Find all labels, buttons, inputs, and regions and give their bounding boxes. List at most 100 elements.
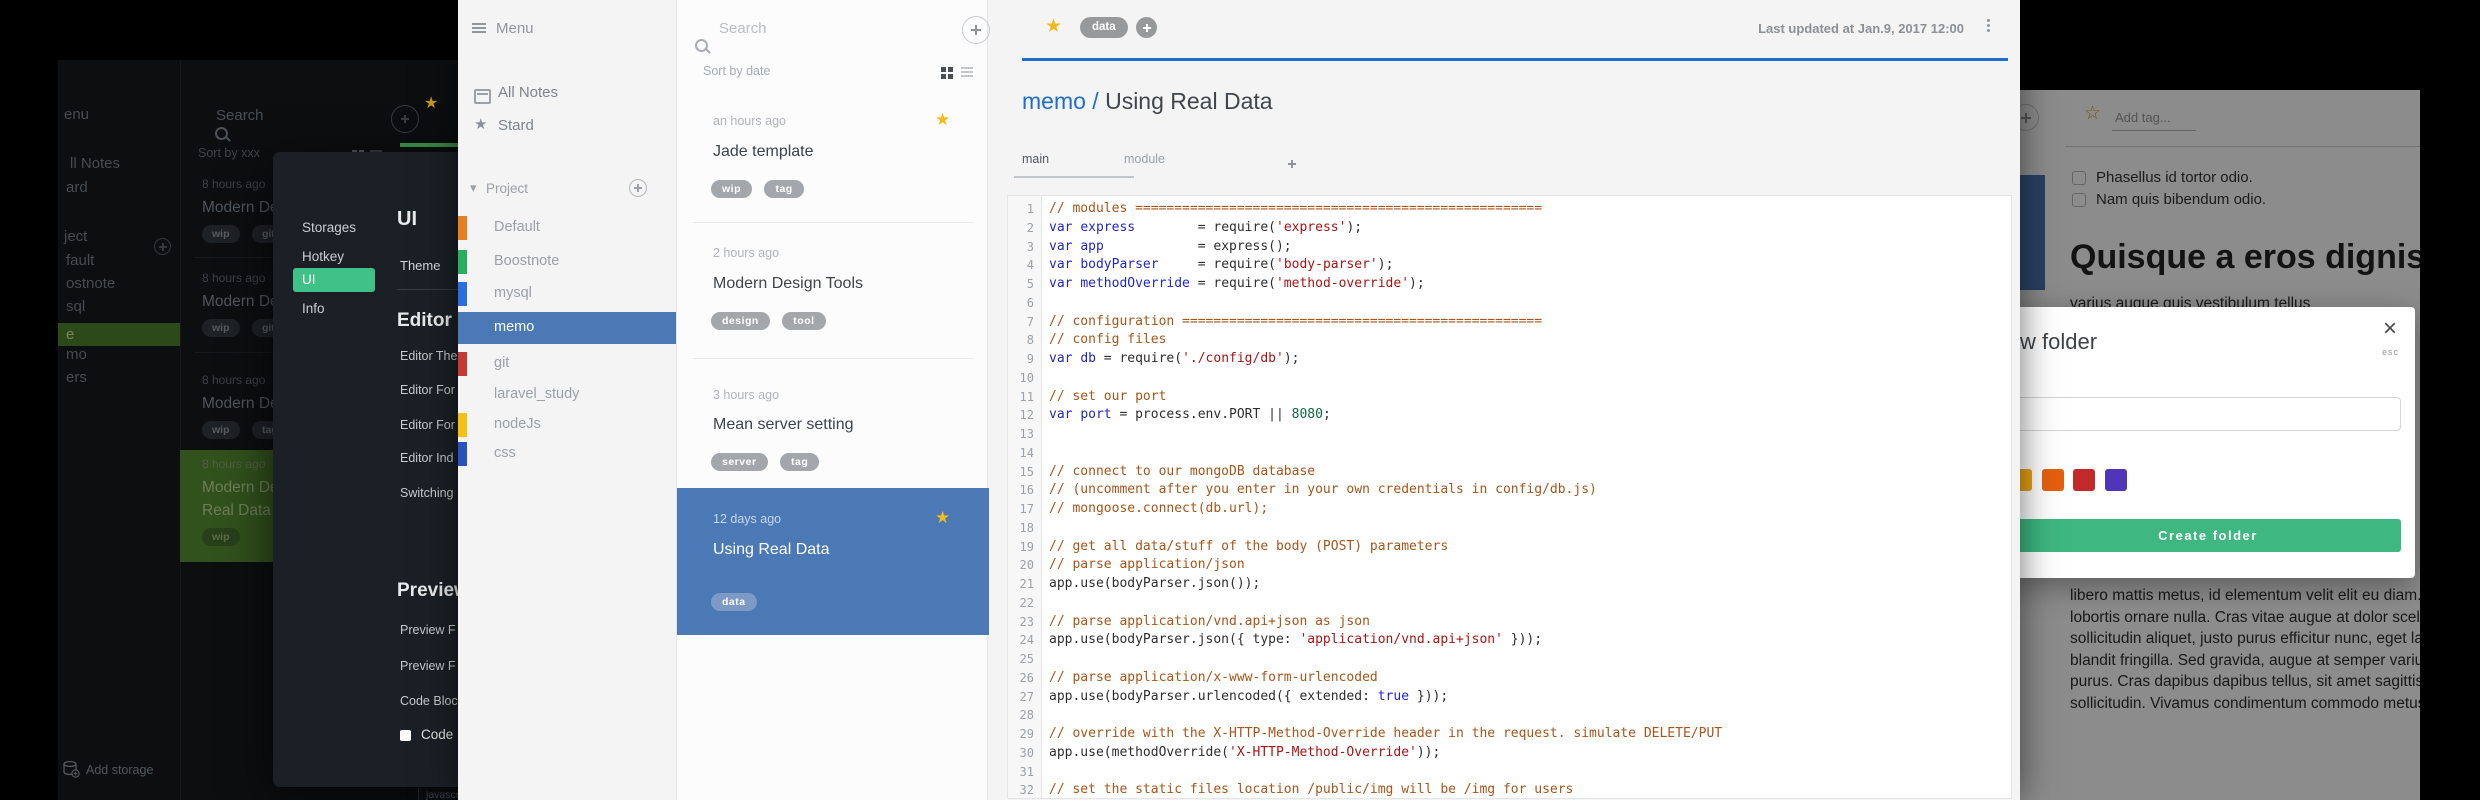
dark-sidebar-project-label[interactable]: ject (64, 228, 87, 245)
tag-pill[interactable]: server (711, 453, 768, 471)
settings-row-theme[interactable]: Theme (400, 258, 440, 273)
sidebar-item-all-notes[interactable]: All Notes (498, 84, 558, 101)
folder-name-input[interactable] (2015, 397, 2401, 431)
star-icon[interactable] (935, 508, 950, 528)
note-title-text[interactable]: Using Real Data (1105, 88, 1272, 114)
dark-new-note-button[interactable] (390, 105, 419, 133)
dark-folder-item[interactable]: mo (66, 346, 87, 363)
sidebar-folder-nodejs[interactable]: nodeJs (458, 409, 676, 441)
folder-color-chip (458, 282, 467, 306)
settings-row[interactable]: Preview F (400, 659, 456, 673)
add-storage-button[interactable]: Add storage (86, 763, 153, 777)
note-tag-pill[interactable]: data (1080, 17, 1128, 38)
line-number: 12 (1019, 408, 1034, 423)
note-tags: server tag (711, 452, 827, 471)
settings-nav-ui-selected[interactable]: UI (293, 268, 375, 292)
tab-main[interactable]: main (1022, 152, 1049, 166)
code-line: var methodOverride = require('method-ove… (1049, 276, 1425, 291)
code-line: // get all data/stuff of the body (POST)… (1049, 538, 1449, 554)
sidebar-folder-boostnote[interactable]: Boostnote (458, 246, 676, 278)
folder-label: git (494, 355, 510, 371)
sidebar-folder-mysql[interactable]: mysql (458, 278, 676, 310)
dark-folder-item[interactable]: ers (66, 369, 87, 386)
color-swatch[interactable] (2105, 469, 2127, 491)
dark-folder-item[interactable]: fault (66, 252, 94, 269)
star-icon[interactable] (1045, 15, 1062, 38)
star-icon[interactable] (935, 110, 950, 130)
close-icon[interactable]: × (2383, 317, 2397, 341)
note-tags: wip tag (711, 179, 812, 198)
sidebar-item-starred[interactable]: Stard (498, 117, 534, 134)
settings-checkbox[interactable] (400, 730, 411, 741)
code-line: var port = process.env.PORT || 8080; (1049, 407, 1331, 423)
settings-row[interactable]: Code Bloc (400, 694, 458, 708)
tag-pill[interactable]: tag (779, 453, 820, 471)
tag-pill[interactable]: wip (202, 225, 240, 243)
dark-sidebar-item-menu[interactable]: enu (64, 106, 89, 123)
tag-pill[interactable]: design (711, 312, 770, 330)
tag-pill[interactable]: data (711, 593, 757, 611)
dark-folder-item[interactable]: ostnote (66, 275, 115, 292)
sidebar-menu-label[interactable]: Menu (496, 20, 534, 37)
sort-dropdown[interactable]: Sort by date (703, 64, 770, 78)
tag-pill[interactable]: tool (782, 312, 826, 330)
settings-row[interactable]: Switching (400, 486, 454, 500)
tag-pill[interactable]: wip (202, 319, 240, 337)
code-line: var bodyParser = require('body-parser'); (1049, 257, 1394, 273)
note-card-selected[interactable]: 12 days ago Using Real Data data (677, 488, 989, 635)
code-line: // config files (1049, 332, 1167, 348)
dark-add-folder-icon[interactable] (154, 238, 171, 255)
code-editor[interactable]: 1 2 3 4 5 6 7 8 9 10 11 12 13 14 15 16 17 18 19 20 21 22 23 24 2… (1007, 195, 2012, 799)
folder-color-chip (458, 216, 467, 240)
sidebar-folder-laravel-study[interactable]: laravel_study (458, 379, 676, 411)
settings-row[interactable]: Editor For (400, 418, 455, 432)
more-options-icon[interactable] (1987, 19, 1990, 22)
sidebar-folder-memo-selected[interactable]: memo (458, 312, 676, 344)
settings-row[interactable]: Editor For (400, 383, 455, 397)
dark-search-input[interactable]: Search (216, 107, 264, 124)
tag-pill[interactable]: tag (764, 180, 804, 198)
tag-pill[interactable]: wip (711, 180, 752, 198)
tab-module[interactable]: module (1124, 152, 1165, 166)
star-icon[interactable] (424, 93, 438, 113)
search-input[interactable]: Search (719, 20, 767, 37)
settings-nav-info[interactable]: Info (302, 301, 325, 316)
dark-sidebar-item-starred[interactable]: ard (66, 179, 88, 196)
code-line: // parse application/json (1049, 557, 1245, 573)
dark-sidebar-item-all-notes[interactable]: ll Notes (70, 155, 120, 172)
sidebar-folder-css[interactable]: css (458, 438, 676, 470)
menu-icon[interactable] (472, 23, 486, 25)
line-number: 13 (1019, 427, 1034, 441)
tag-pill[interactable]: wip (202, 528, 240, 546)
add-folder-icon[interactable] (629, 179, 648, 197)
sidebar-project-label: Project (486, 181, 529, 196)
settings-nav-storages[interactable]: Storages (302, 220, 356, 235)
settings-nav-hotkey[interactable]: Hotkey (302, 249, 344, 264)
dark-folder-item-selected[interactable]: e (58, 323, 180, 346)
settings-row[interactable]: Editor Ind (400, 451, 454, 465)
new-note-button[interactable] (962, 16, 991, 44)
list-view-icon[interactable] (961, 67, 973, 69)
chevron-down-icon[interactable] (470, 180, 477, 196)
sidebar-folder-git[interactable]: git (458, 348, 676, 380)
grid-view-icon[interactable] (941, 67, 946, 72)
dark-sort-dropdown[interactable]: Sort by xxx (198, 146, 260, 160)
breadcrumb-folder[interactable]: memo (1022, 88, 1086, 114)
line-number: 18 (1019, 520, 1034, 535)
tag-pill[interactable]: wip (202, 421, 240, 439)
add-tag-icon[interactable] (1136, 17, 1157, 38)
code-line: app.use(bodyParser.json()); (1049, 576, 1261, 591)
sidebar-folder-default[interactable]: Default (458, 212, 676, 244)
settings-row[interactable]: Preview F (400, 623, 456, 637)
code-area[interactable]: // modules =============================… (1049, 200, 2011, 798)
dark-folder-item[interactable]: sql (66, 298, 85, 315)
color-swatch[interactable] (2042, 469, 2064, 491)
settings-row[interactable]: Editor The (400, 349, 457, 363)
color-swatch[interactable] (2073, 469, 2095, 491)
line-number: 11 (1019, 389, 1034, 404)
line-number: 27 (1019, 689, 1034, 704)
create-folder-button[interactable]: Create folder (2015, 519, 2401, 552)
line-number: 25 (1019, 652, 1034, 666)
add-tab-icon[interactable] (1285, 157, 1299, 171)
